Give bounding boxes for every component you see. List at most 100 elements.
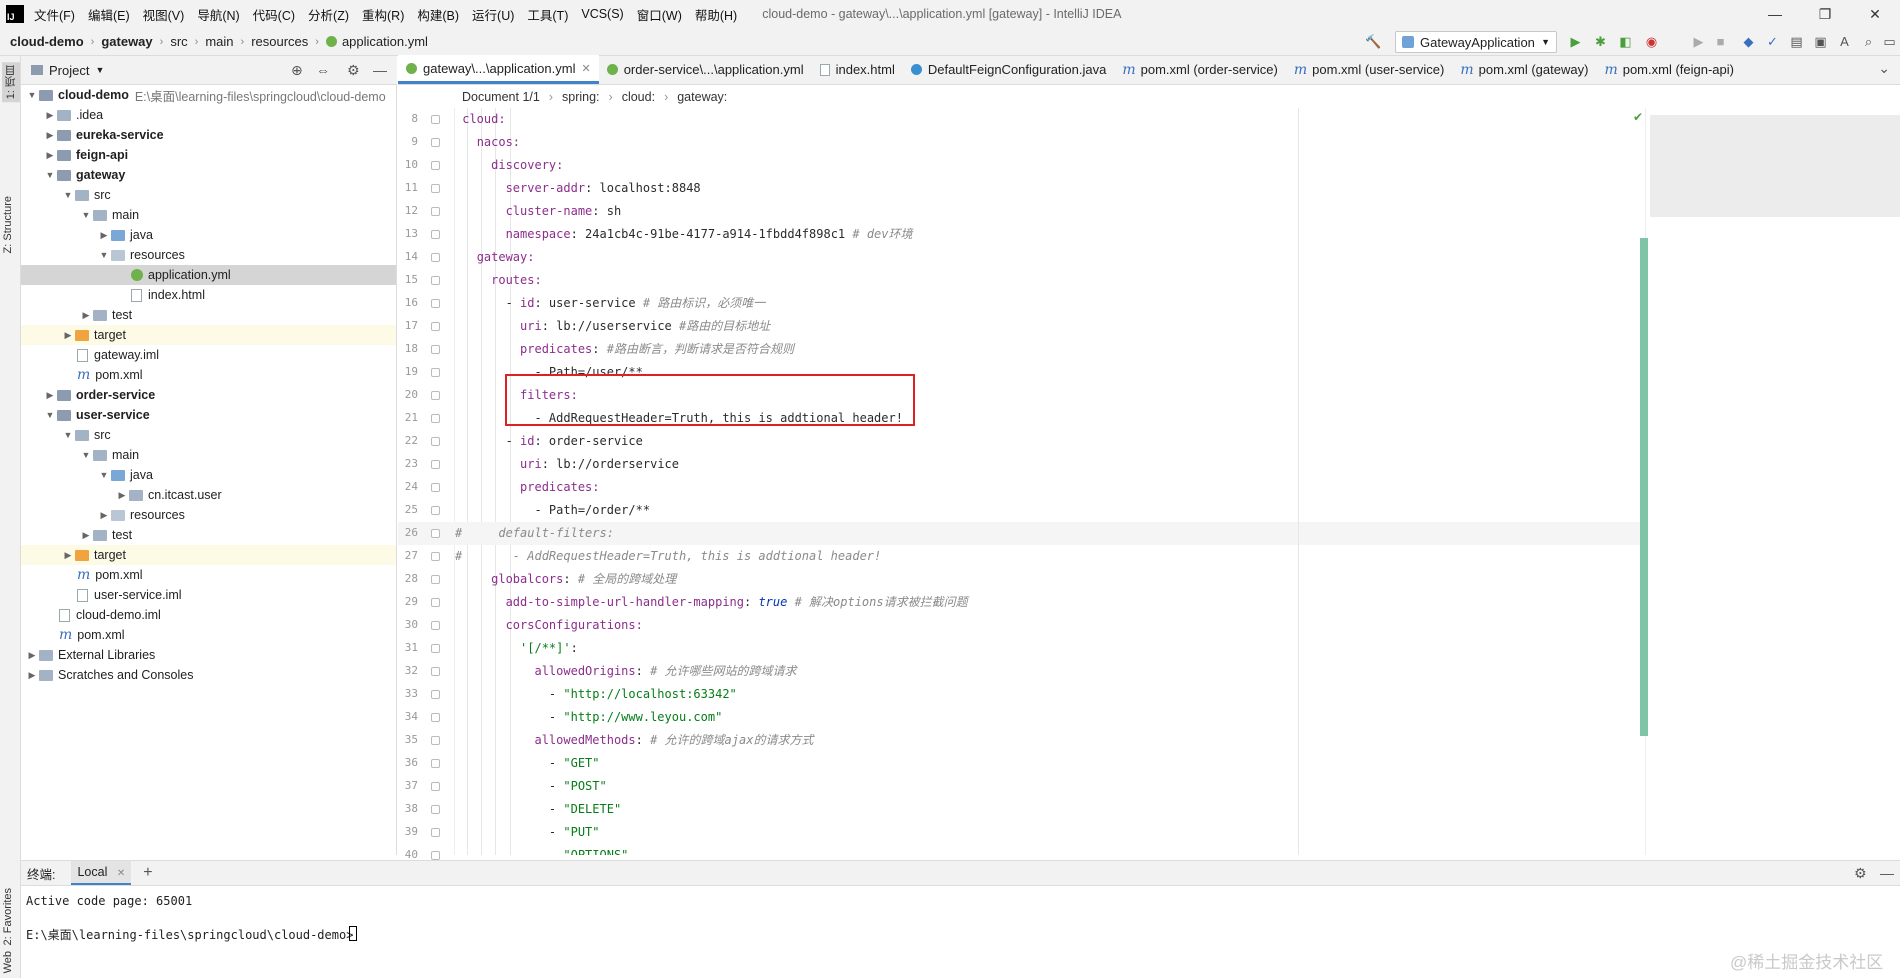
tree-item[interactable]: ▼ gateway [21, 165, 396, 185]
resume-icon[interactable]: ▶ [1690, 33, 1707, 50]
close-icon[interactable]: ✕ [117, 868, 125, 879]
tree-item[interactable]: ▶ .idea [21, 105, 396, 125]
menu-item[interactable]: 重构(R) [362, 5, 404, 24]
breadcrumb-item[interactable]: resources [251, 34, 308, 49]
tree-item[interactable]: ▶ target [21, 545, 396, 565]
fold-marker-icon[interactable] [431, 736, 440, 745]
update-icon[interactable]: ✓ [1764, 33, 1781, 50]
editor-tab[interactable]: order-service\...\application.yml [599, 55, 812, 84]
tree-item[interactable]: ▶ cn.itcast.user [21, 485, 396, 505]
fold-marker-icon[interactable] [431, 828, 440, 837]
menu-item[interactable]: 帮助(H) [695, 5, 737, 24]
chevron-down-icon[interactable]: ▼ [25, 90, 39, 100]
inspection-ok-icon[interactable]: ✔ [1633, 110, 1643, 124]
chevron-down-icon[interactable]: ▼ [43, 170, 57, 180]
gear-icon[interactable]: ⚙ [1854, 865, 1867, 882]
translate-icon[interactable]: A [1836, 33, 1853, 50]
chevron-right-icon[interactable]: ▶ [115, 490, 129, 501]
editor-breadcrumb-item[interactable]: gateway: [677, 90, 727, 104]
close-button[interactable]: ✕ [1850, 0, 1900, 28]
chevron-right-icon[interactable]: ▶ [61, 330, 75, 341]
fold-marker-icon[interactable] [431, 552, 440, 561]
tree-item[interactable]: user-service.iml [21, 585, 396, 605]
tree-item[interactable]: ▼ resources [21, 245, 396, 265]
editor-tab[interactable]: index.html [812, 55, 903, 84]
locate-icon[interactable]: ⊕ [291, 62, 303, 79]
fold-marker-icon[interactable] [431, 621, 440, 630]
project-panel-title[interactable]: Project [49, 63, 89, 78]
tree-item[interactable]: ▶ Scratches and Consoles [21, 665, 396, 685]
collapse-all-icon[interactable]: ⇔ [316, 62, 330, 78]
project-structure-icon[interactable]: ▤ [1788, 33, 1805, 50]
fold-marker-icon[interactable] [431, 299, 440, 308]
code-editor[interactable]: cloud: nacos: discovery: server-addr: lo… [455, 108, 1645, 855]
tree-item[interactable]: ▼ src [21, 185, 396, 205]
fold-marker-icon[interactable] [431, 483, 440, 492]
fold-marker-icon[interactable] [431, 759, 440, 768]
chevron-right-icon[interactable]: ▶ [43, 110, 57, 121]
editor-breadcrumb-item[interactable]: Document 1/1 [462, 90, 540, 104]
tree-item[interactable]: index.html [21, 285, 396, 305]
add-terminal-icon[interactable]: + [143, 864, 152, 882]
fold-marker-icon[interactable] [431, 184, 440, 193]
fold-marker-icon[interactable] [431, 437, 440, 446]
fold-marker-icon[interactable] [431, 851, 440, 860]
fold-marker-icon[interactable] [431, 138, 440, 147]
gear-icon[interactable]: ⚙ [347, 62, 360, 79]
chevron-right-icon[interactable]: ▶ [79, 310, 93, 321]
fold-marker-icon[interactable] [431, 644, 440, 653]
fold-marker-icon[interactable] [431, 713, 440, 722]
menu-item[interactable]: 窗口(W) [637, 5, 682, 24]
chevron-right-icon[interactable]: ▶ [43, 150, 57, 161]
chevron-right-icon[interactable]: ▶ [43, 130, 57, 141]
search-icon[interactable]: ⌕ [1860, 33, 1877, 50]
menu-item[interactable]: 文件(F) [34, 5, 75, 24]
fold-marker-icon[interactable] [431, 368, 440, 377]
close-icon[interactable]: ✕ [581, 62, 590, 75]
tree-item[interactable]: ▼ main [21, 445, 396, 465]
menu-item[interactable]: 导航(N) [197, 5, 239, 24]
fold-marker-icon[interactable] [431, 161, 440, 170]
fold-marker-icon[interactable] [431, 230, 440, 239]
tree-item[interactable]: ▶ test [21, 305, 396, 325]
terminal-tab-local[interactable]: Local ✕ [71, 861, 132, 885]
chevron-down-icon[interactable]: ▼ [97, 470, 111, 480]
fold-marker-icon[interactable] [431, 598, 440, 607]
folder-icon[interactable]: ▣ [1812, 33, 1829, 50]
run-icon[interactable]: ▶ [1567, 33, 1584, 50]
fold-marker-icon[interactable] [431, 414, 440, 423]
menu-item[interactable]: 工具(T) [527, 5, 568, 24]
fold-marker-icon[interactable] [431, 805, 440, 814]
breadcrumb-item[interactable]: main [205, 34, 233, 49]
menu-item[interactable]: 分析(Z) [308, 5, 349, 24]
breadcrumb-item[interactable]: gateway [101, 34, 152, 49]
favorites-tool-tab[interactable]: 2: Favorites [2, 888, 14, 945]
fold-marker-icon[interactable] [431, 506, 440, 515]
hide-panel-icon[interactable]: — [1880, 865, 1894, 881]
tree-item[interactable]: ▶ eureka-service [21, 125, 396, 145]
editor-breadcrumb-item[interactable]: spring: [562, 90, 600, 104]
menu-item[interactable]: 运行(U) [472, 5, 514, 24]
tab-overflow-icon[interactable]: ⌄ [1878, 60, 1890, 77]
chevron-right-icon[interactable]: ▶ [97, 510, 111, 521]
code-minimap[interactable] [1650, 115, 1900, 217]
breadcrumb-item[interactable]: src [170, 34, 187, 49]
fold-marker-icon[interactable] [431, 690, 440, 699]
profile-icon[interactable]: ◉ [1643, 33, 1660, 50]
menu-item[interactable]: 视图(V) [143, 5, 185, 24]
editor-tab[interactable]: m pom.xml (feign-api) [1596, 55, 1742, 84]
chevron-down-icon[interactable]: ▼ [61, 190, 75, 200]
chevron-down-icon[interactable]: ▼ [79, 210, 93, 220]
tree-item[interactable]: ▶ target [21, 325, 396, 345]
chevron-right-icon[interactable]: ▶ [79, 530, 93, 541]
editor-tab[interactable]: m pom.xml (order-service) [1114, 55, 1286, 84]
chevron-down-icon[interactable]: ▼ [95, 65, 104, 75]
menu-item[interactable]: 编辑(E) [88, 5, 130, 24]
build-hammer-icon[interactable]: 🔨 [1365, 33, 1382, 50]
tree-item[interactable]: application.yml [21, 265, 396, 285]
fold-marker-icon[interactable] [431, 322, 440, 331]
tree-item[interactable]: ▶ java [21, 225, 396, 245]
tree-item[interactable]: ▼ main [21, 205, 396, 225]
editor-tab[interactable]: m pom.xml (user-service) [1286, 55, 1452, 84]
tree-item[interactable]: m pom.xml [21, 365, 396, 385]
